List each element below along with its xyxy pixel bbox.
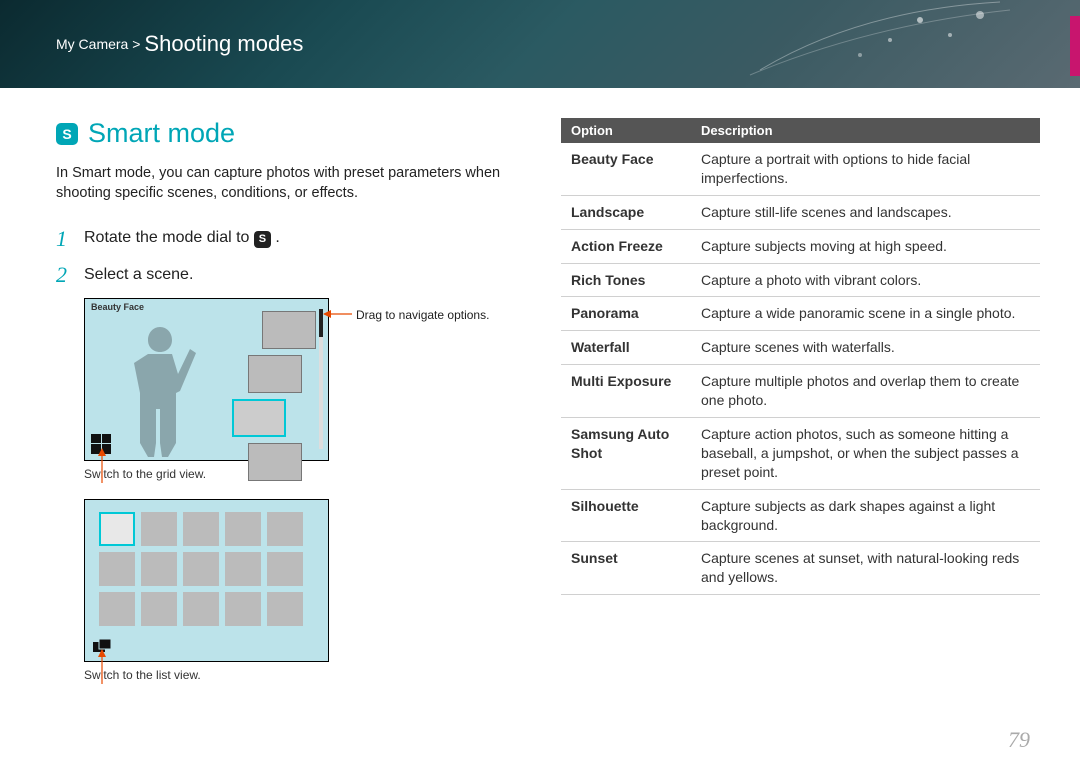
page-number: 79 (1008, 727, 1030, 753)
option-name: Sunset (561, 542, 691, 595)
option-desc: Capture subjects as dark shapes against … (691, 489, 1040, 542)
option-name: Panorama (561, 297, 691, 331)
step-2: 2 Select a scene. (56, 262, 531, 288)
option-desc: Capture scenes at sunset, with natural-l… (691, 542, 1040, 595)
grid-cell[interactable] (99, 592, 135, 626)
step-number: 1 (56, 226, 74, 252)
table-row: SilhouetteCapture subjects as dark shape… (561, 489, 1040, 542)
th-option: Option (561, 118, 691, 143)
option-name: Landscape (561, 195, 691, 229)
table-row: SunsetCapture scenes at sunset, with nat… (561, 542, 1040, 595)
decorative-sparkles (740, 0, 1040, 88)
callout-drag: Drag to navigate options. (356, 308, 489, 322)
scene-tile-selected[interactable] (232, 399, 286, 437)
step-2-text: Select a scene. (84, 266, 193, 284)
option-name: Multi Exposure (561, 365, 691, 418)
scrollbar-thumb[interactable] (319, 309, 323, 337)
camera-screen-grid (84, 499, 329, 662)
option-name: Waterfall (561, 331, 691, 365)
figure-grid-view (84, 499, 531, 662)
option-name: Beauty Face (561, 143, 691, 195)
grid-cell[interactable] (267, 592, 303, 626)
grid-cell[interactable] (267, 512, 303, 546)
options-table: Option Description Beauty FaceCapture a … (561, 118, 1040, 595)
breadcrumb-parent: My Camera > (56, 36, 140, 52)
grid-cell[interactable] (225, 512, 261, 546)
table-row: WaterfallCapture scenes with waterfalls. (561, 331, 1040, 365)
grid-cell[interactable] (141, 592, 177, 626)
grid-view-button[interactable] (91, 434, 111, 454)
option-desc: Capture action photos, such as someone h… (691, 418, 1040, 490)
grid-cell[interactable] (183, 592, 219, 626)
scene-tile[interactable] (248, 443, 302, 481)
table-row: Beauty FaceCapture a portrait with optio… (561, 143, 1040, 195)
accent-tab (1070, 16, 1080, 76)
step-1-text: Rotate the mode dial to S . (84, 229, 280, 248)
mode-dial-s-icon: S (254, 231, 271, 248)
step-1: 1 Rotate the mode dial to S . (56, 226, 531, 252)
option-desc: Capture scenes with waterfalls. (691, 331, 1040, 365)
table-row: PanoramaCapture a wide panoramic scene i… (561, 297, 1040, 331)
table-row: LandscapeCapture still-life scenes and l… (561, 195, 1040, 229)
option-name: Action Freeze (561, 229, 691, 263)
intro-text: In Smart mode, you can capture photos wi… (56, 163, 531, 204)
header-banner: My Camera > Shooting modes (0, 0, 1080, 88)
heading-text: Smart mode (88, 118, 235, 149)
grid-cell[interactable] (225, 592, 261, 626)
camera-screen-list: Beauty Face (84, 298, 329, 461)
scene-tiles (256, 311, 310, 487)
option-desc: Capture a photo with vibrant colors. (691, 263, 1040, 297)
option-name: Silhouette (561, 489, 691, 542)
table-row: Rich TonesCapture a photo with vibrant c… (561, 263, 1040, 297)
option-name: Samsung Auto Shot (561, 418, 691, 490)
grid-cell-selected[interactable] (99, 512, 135, 546)
grid-cell[interactable] (141, 512, 177, 546)
grid-cell[interactable] (183, 552, 219, 586)
option-name: Rich Tones (561, 263, 691, 297)
breadcrumb-current: Shooting modes (144, 31, 303, 57)
option-desc: Capture a wide panoramic scene in a sing… (691, 297, 1040, 331)
option-desc: Capture a portrait with options to hide … (691, 143, 1040, 195)
smart-mode-icon: S (56, 123, 78, 145)
list-view-button[interactable] (93, 639, 113, 655)
table-row: Samsung Auto ShotCapture action photos, … (561, 418, 1040, 490)
grid-cell[interactable] (267, 552, 303, 586)
option-desc: Capture still-life scenes and landscapes… (691, 195, 1040, 229)
scene-grid (99, 512, 314, 626)
scrollbar[interactable] (319, 309, 323, 449)
table-row: Multi ExposureCapture multiple photos an… (561, 365, 1040, 418)
grid-cell[interactable] (141, 552, 177, 586)
scene-title: Beauty Face (91, 302, 144, 312)
figure2-caption: Switch to the list view. (84, 668, 531, 682)
grid-cell[interactable] (225, 552, 261, 586)
figure-list-view: Beauty Face (84, 298, 531, 461)
page-title: S Smart mode (56, 118, 531, 149)
option-desc: Capture multiple photos and overlap them… (691, 365, 1040, 418)
th-description: Description (691, 118, 1040, 143)
person-silhouette (115, 319, 205, 459)
grid-cell[interactable] (183, 512, 219, 546)
scene-tile[interactable] (262, 311, 316, 349)
option-desc: Capture subjects moving at high speed. (691, 229, 1040, 263)
step-number: 2 (56, 262, 74, 288)
table-row: Action FreezeCapture subjects moving at … (561, 229, 1040, 263)
scene-tile[interactable] (248, 355, 302, 393)
grid-cell[interactable] (99, 552, 135, 586)
